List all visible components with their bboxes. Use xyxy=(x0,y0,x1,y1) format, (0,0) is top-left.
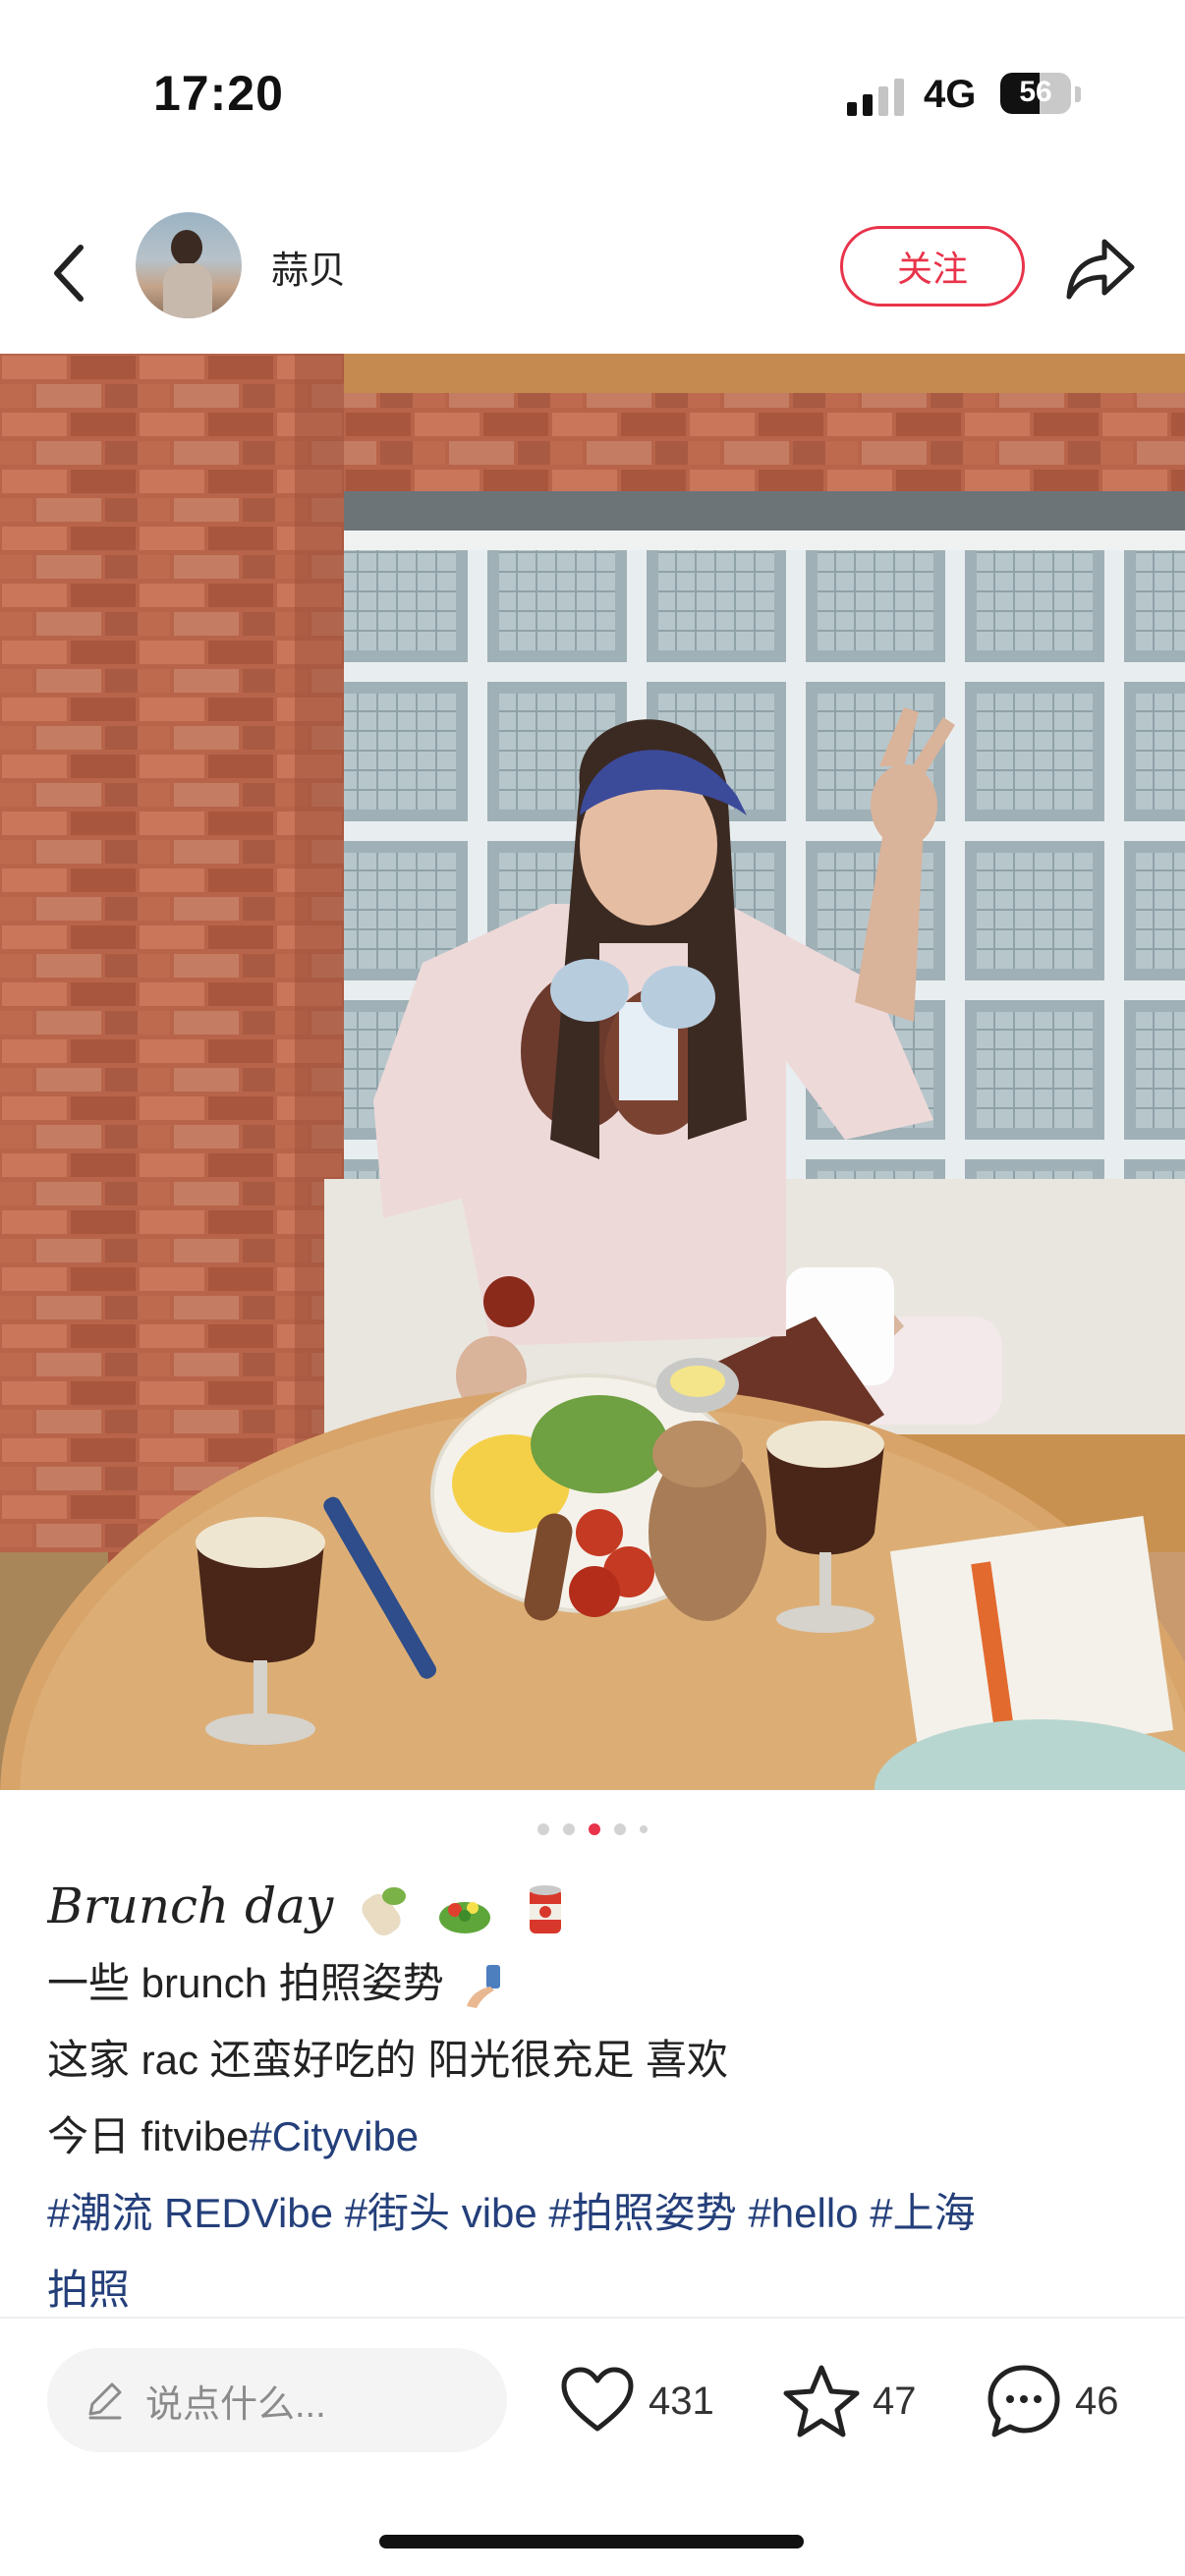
status-time: 17:20 xyxy=(153,66,284,121)
hashtag-link[interactable]: #Cityvibe xyxy=(249,2113,419,2159)
comment-bubble-icon xyxy=(988,2365,1060,2437)
like-count: 431 xyxy=(649,2379,714,2423)
share-icon xyxy=(1066,239,1135,300)
post-header: 蒜贝 关注 xyxy=(0,196,1185,354)
favorite-button[interactable]: 47 xyxy=(782,2362,917,2440)
caption-line-2: 这家 rac 还蛮好吃的 阳光很充足 喜欢 xyxy=(47,2037,729,2083)
heart-icon xyxy=(561,2367,634,2432)
carousel-indicator xyxy=(0,1820,1185,1839)
battery-level: 56 xyxy=(1019,76,1052,108)
star-icon xyxy=(783,2365,860,2437)
post-image[interactable] xyxy=(0,354,1185,1790)
network-type: 4G xyxy=(924,73,977,116)
selfie-emoji-icon xyxy=(467,1964,501,2008)
back-button[interactable] xyxy=(43,234,102,312)
comment-count: 46 xyxy=(1075,2379,1119,2423)
share-button[interactable] xyxy=(1063,232,1138,307)
comment-placeholder: 说点什么... xyxy=(145,2383,326,2426)
status-bar: 17:20 4G 56 xyxy=(0,0,1185,187)
battery-icon: 56 xyxy=(1000,73,1071,114)
hashtags-line[interactable]: #潮流 REDVibe #街头 vibe #拍照姿势 #hello #上海 xyxy=(47,2175,1148,2252)
comment-input[interactable]: 说点什么... xyxy=(47,2348,507,2452)
caption-line-1: 一些 brunch 拍照姿势 xyxy=(47,1945,1148,2022)
hashtags-line-continued[interactable]: 拍照 xyxy=(47,2252,1148,2317)
carousel-dot xyxy=(640,1825,648,1833)
caption-text-3: 今日 fitvibe xyxy=(47,2113,250,2159)
back-icon xyxy=(54,245,84,302)
caption-line-3: 今日 fitvibe#Cityvibe xyxy=(47,2099,1148,2175)
pencil-icon xyxy=(88,2382,122,2420)
favorite-count: 47 xyxy=(873,2379,917,2423)
author-name[interactable]: 蒜贝 xyxy=(271,240,346,294)
post-title-line: Brunch day xyxy=(47,1867,1148,1945)
carousel-dot xyxy=(563,1823,575,1835)
comment-button[interactable]: 46 xyxy=(985,2362,1119,2440)
home-indicator[interactable] xyxy=(379,2535,804,2548)
salad-emoji-icon xyxy=(439,1902,491,1933)
cellular-signal-icon xyxy=(847,77,906,116)
follow-button[interactable]: 关注 xyxy=(840,226,1025,307)
like-button[interactable]: 431 xyxy=(558,2362,714,2440)
caption-text-1: 一些 brunch 拍照姿势 xyxy=(47,1960,444,2006)
brunch-photo xyxy=(0,354,1185,1790)
carousel-dot xyxy=(614,1823,626,1835)
battery-tip xyxy=(1075,86,1081,102)
avatar[interactable] xyxy=(136,212,242,318)
carousel-dot-active xyxy=(589,1823,600,1835)
engagement-bar: 说点什么... 431 47 46 xyxy=(0,2319,1185,2486)
canned-food-emoji-icon xyxy=(529,1885,561,1933)
post-title: Brunch day xyxy=(47,1877,334,1934)
burrito-emoji-icon xyxy=(362,1887,407,1936)
post-caption: Brunch day 一些 brunch 拍照姿势 这家 rac 还蛮好吃的 阳… xyxy=(47,1867,1148,2317)
carousel-dot xyxy=(537,1823,549,1835)
